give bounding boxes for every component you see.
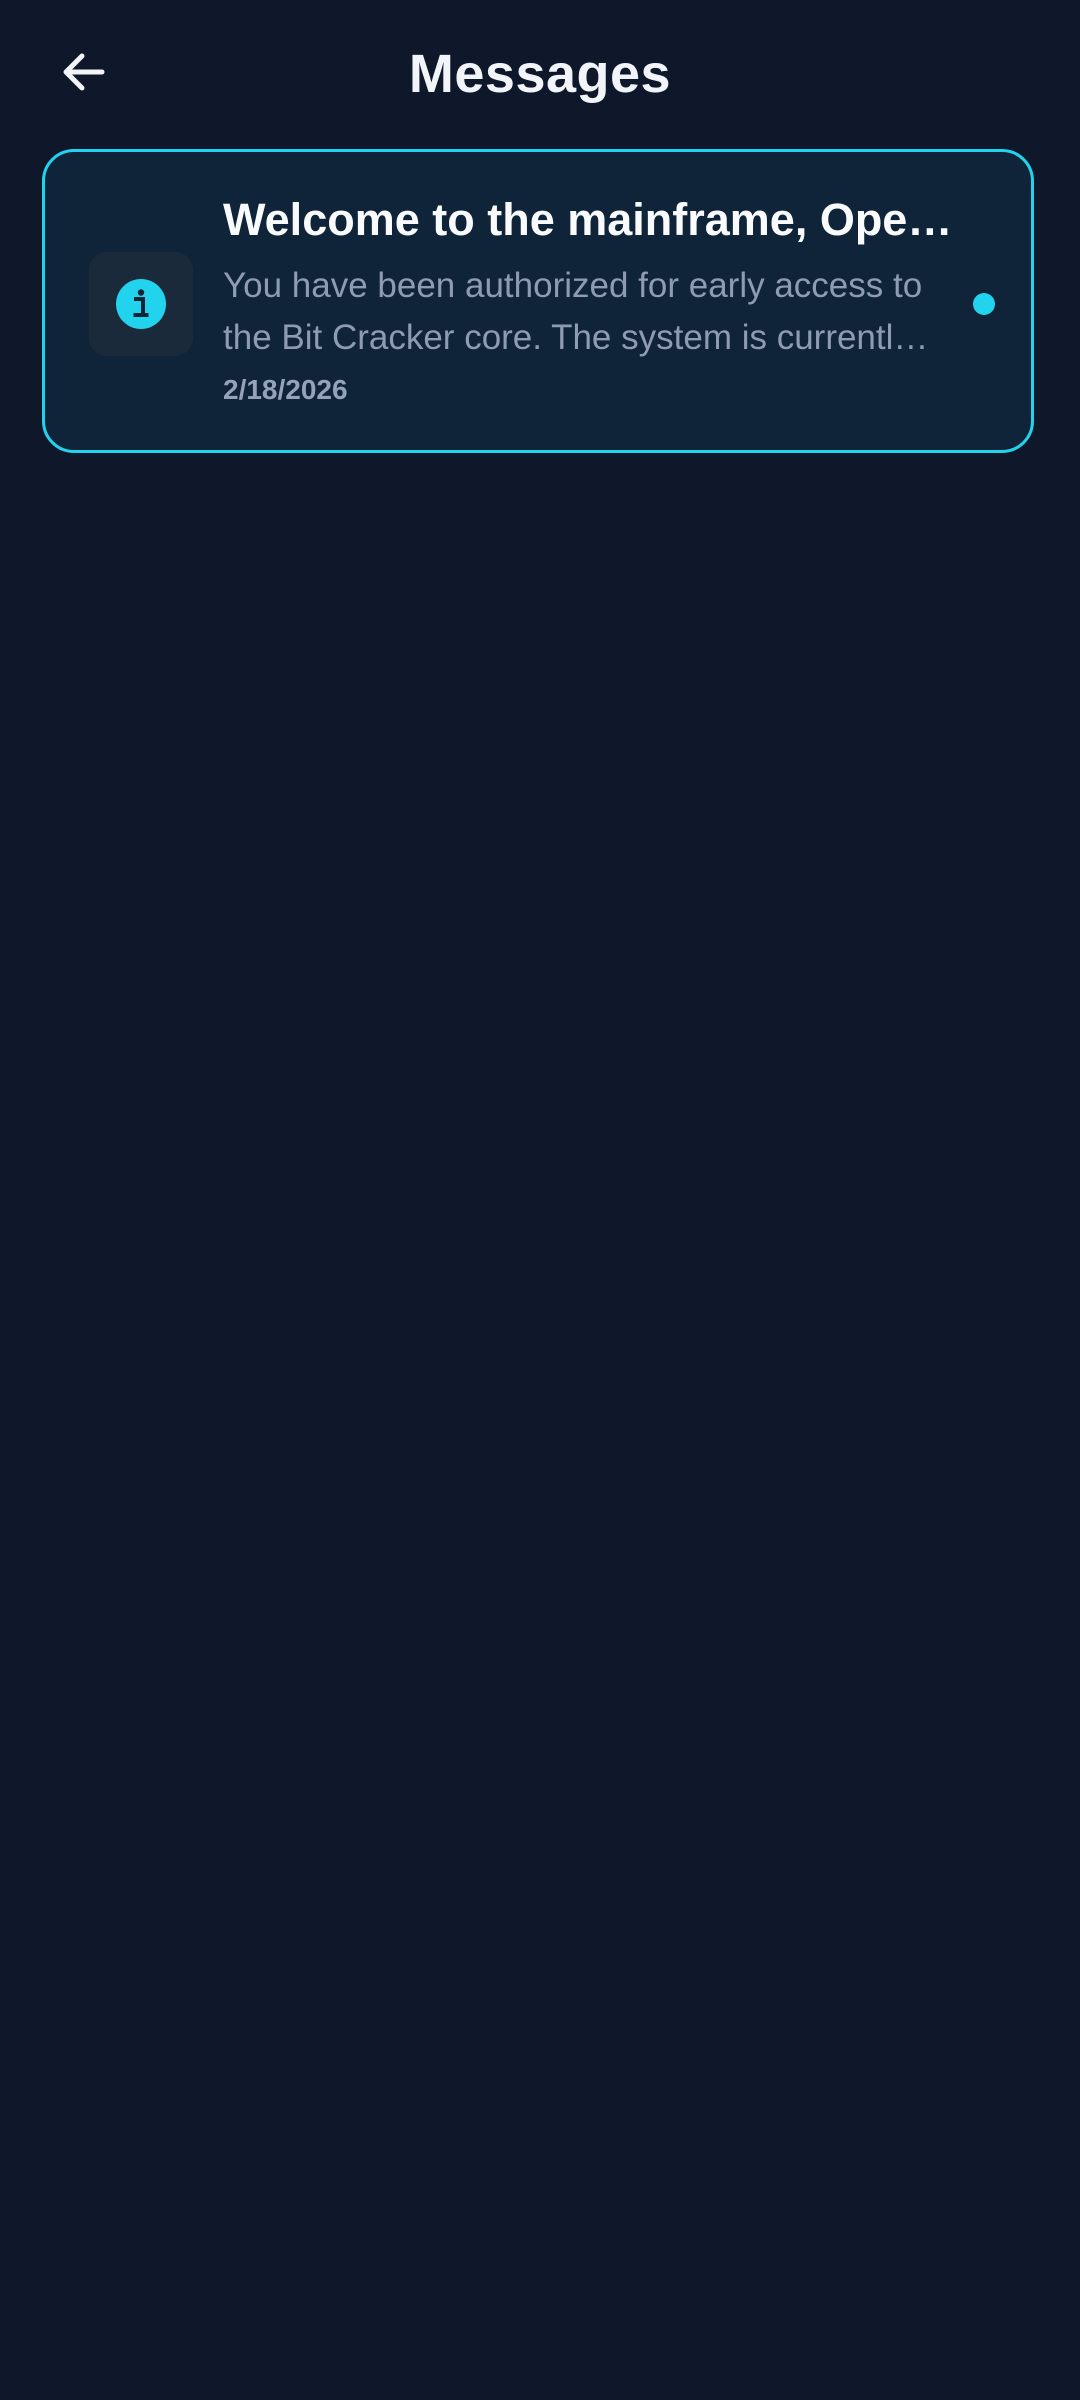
message-text-block: Welcome to the mainframe, Operator You h… [223,192,1013,410]
info-icon [116,279,166,329]
message-icon-box [89,252,193,356]
message-title: Welcome to the mainframe, Operator [223,194,963,245]
message-date: 2/18/2026 [223,374,348,405]
page-title: Messages [408,44,672,104]
arrow-left-icon [63,53,105,91]
message-card[interactable]: Welcome to the mainframe, Operator You h… [42,149,1034,453]
unread-indicator [973,293,995,315]
messages-screen: Messages Welcome to the mainframe, Opera… [0,0,1080,2400]
message-preview: You have been authorized for early acces… [223,266,923,357]
back-button[interactable] [44,32,124,112]
header: Messages [0,0,1080,148]
